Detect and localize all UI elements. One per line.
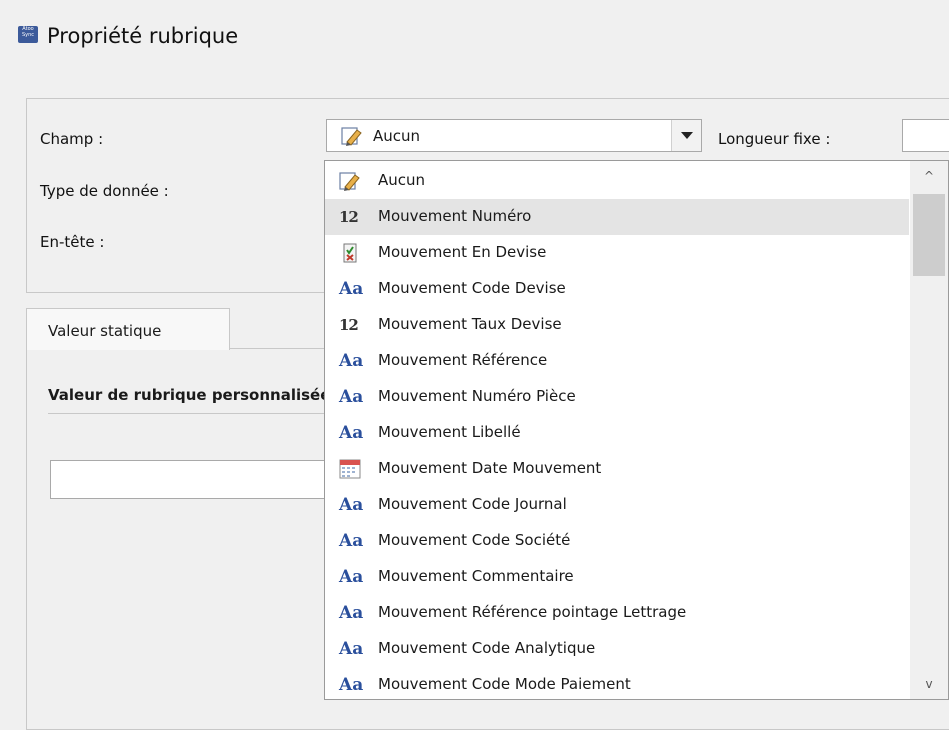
- section-title: Valeur de rubrique personnalisée: [48, 386, 331, 404]
- list-item[interactable]: Mouvement Date Mouvement: [325, 451, 909, 487]
- list-item-label: Mouvement Numéro Pièce: [378, 387, 576, 405]
- longueur-label: Longueur fixe :: [718, 130, 831, 148]
- list-item-label: Mouvement En Devise: [378, 243, 547, 261]
- text-icon: Aa: [339, 495, 364, 515]
- longueur-input[interactable]: [902, 119, 949, 152]
- tab-valeur-statique[interactable]: Valeur statique: [26, 308, 230, 350]
- list-item-label: Mouvement Libellé: [378, 423, 521, 441]
- calendar-icon: [339, 459, 361, 479]
- scrollbar-thumb[interactable]: [913, 194, 945, 276]
- list-item-label: Mouvement Code Journal: [378, 495, 567, 513]
- scroll-up-icon[interactable]: ^: [922, 169, 936, 183]
- list-item[interactable]: Aucun: [325, 163, 909, 199]
- pencil-icon: [339, 172, 360, 191]
- list-item[interactable]: Aa Mouvement Commentaire: [325, 559, 909, 595]
- list-item-label: Mouvement Taux Devise: [378, 315, 562, 333]
- chevron-down-icon: [681, 132, 693, 139]
- text-icon: Aa: [339, 639, 364, 659]
- text-icon: Aa: [339, 531, 364, 551]
- list-item-label: Mouvement Code Société: [378, 531, 571, 549]
- champ-value: Aucun: [373, 127, 421, 145]
- champ-combobox[interactable]: Aucun: [326, 119, 702, 152]
- number-icon: 12: [339, 316, 359, 334]
- list-item-label: Mouvement Code Devise: [378, 279, 566, 297]
- type-label: Type de donnée :: [40, 182, 169, 200]
- number-icon: 12: [339, 208, 359, 226]
- list-item[interactable]: Aa Mouvement Code Devise: [325, 271, 909, 307]
- list-item-label: Mouvement Code Mode Paiement: [378, 675, 631, 693]
- app-icon: Atoo Sync: [18, 26, 38, 43]
- list-item[interactable]: Aa Mouvement Code Mode Paiement: [325, 667, 909, 699]
- checkbox-icon: [343, 243, 357, 263]
- list-item[interactable]: 12 Mouvement Taux Devise: [325, 307, 909, 343]
- text-icon: Aa: [339, 387, 364, 407]
- list-item[interactable]: Aa Mouvement Code Société: [325, 523, 909, 559]
- list-item[interactable]: Aa Mouvement Numéro Pièce: [325, 379, 909, 415]
- text-icon: Aa: [339, 351, 364, 371]
- combo-dropdown-button[interactable]: [671, 120, 701, 151]
- list-item[interactable]: Aa Mouvement Référence pointage Lettrage: [325, 595, 909, 631]
- window-title: Propriété rubrique: [47, 24, 239, 48]
- tab-label: Valeur statique: [48, 322, 162, 340]
- list-item-label: Aucun: [378, 171, 426, 189]
- list-item[interactable]: Aa Mouvement Code Analytique: [325, 631, 909, 667]
- list-item[interactable]: 12 Mouvement Numéro: [325, 199, 909, 235]
- list-item-label: Mouvement Date Mouvement: [378, 459, 602, 477]
- list-item[interactable]: Aa Mouvement Libellé: [325, 415, 909, 451]
- text-icon: Aa: [339, 603, 364, 623]
- champ-label: Champ :: [40, 130, 104, 148]
- list-item-label: Mouvement Référence: [378, 351, 548, 369]
- text-icon: Aa: [339, 423, 364, 443]
- scroll-down-icon[interactable]: v: [922, 677, 936, 691]
- pencil-icon: [341, 127, 362, 146]
- text-icon: Aa: [339, 675, 364, 695]
- list-item[interactable]: Aa Mouvement Code Journal: [325, 487, 909, 523]
- list-item-label: Mouvement Numéro: [378, 207, 532, 225]
- list-item[interactable]: Mouvement En Devise: [325, 235, 909, 271]
- entete-label: En-tête :: [40, 233, 105, 251]
- list-item-label: Mouvement Code Analytique: [378, 639, 596, 657]
- text-icon: Aa: [339, 279, 364, 299]
- champ-dropdown-list: Aucun 12 Mouvement Numéro Mouvement En D…: [324, 160, 949, 700]
- list-item-label: Mouvement Commentaire: [378, 567, 574, 585]
- dropdown-scrollbar[interactable]: ^ v: [910, 161, 948, 699]
- text-icon: Aa: [339, 567, 364, 587]
- list-item-label: Mouvement Référence pointage Lettrage: [378, 603, 687, 621]
- list-item[interactable]: Aa Mouvement Référence: [325, 343, 909, 379]
